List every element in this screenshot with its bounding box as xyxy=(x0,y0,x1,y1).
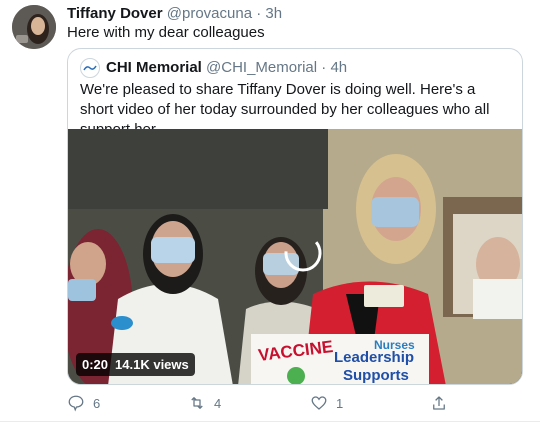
quoted-author-avatar xyxy=(80,58,100,78)
reply-count: 6 xyxy=(93,395,101,411)
quoted-author-name: CHI Memorial xyxy=(106,59,202,76)
author-avatar[interactable] xyxy=(12,5,56,49)
tweet-divider xyxy=(0,421,540,422)
tweet-text: Here with my dear colleagues xyxy=(67,24,265,41)
video-info-badge: 0:20 14.1K views xyxy=(76,353,195,376)
author-name[interactable]: Tiffany Dover xyxy=(67,5,163,22)
quoted-author-handle: @CHI_Memorial xyxy=(206,59,318,76)
quoted-timestamp: 4h xyxy=(330,59,348,76)
sign-vaccine-text: VACCINE xyxy=(257,337,334,365)
retweet-icon xyxy=(191,397,203,409)
video-duration: 0:20 xyxy=(82,357,109,372)
video-player[interactable]: VACCINE Nurses Leadership Supports 0:20 … xyxy=(68,129,522,384)
share-button[interactable] xyxy=(430,394,448,412)
tweet-timestamp[interactable]: 3h xyxy=(265,5,282,22)
sign-leadership-text: Leadership xyxy=(334,349,414,366)
separator-dot: · xyxy=(256,5,262,22)
quoted-separator-dot: · xyxy=(321,59,327,76)
quoted-tweet-header: CHI Memorial @CHI_Memorial · 4h xyxy=(80,58,347,78)
sign-supports-text: Supports xyxy=(343,367,409,384)
tweet-actions: 6 4 1 xyxy=(67,394,523,416)
tweet-card[interactable]: Tiffany Dover @provacuna · 3h Here with … xyxy=(0,0,540,424)
author-handle[interactable]: @provacuna xyxy=(167,5,252,22)
sign-text-layer: VACCINE Nurses Leadership Supports xyxy=(257,337,415,384)
like-icon xyxy=(311,396,327,410)
video-views: 14.1K views xyxy=(115,357,189,372)
retweet-count: 4 xyxy=(214,395,222,411)
share-icon xyxy=(433,396,445,410)
quoted-tweet[interactable]: CHI Memorial @CHI_Memorial · 4h We're pl… xyxy=(67,48,523,385)
like-button[interactable]: 1 xyxy=(310,394,343,412)
reply-icon xyxy=(68,395,84,412)
like-count: 1 xyxy=(336,395,344,411)
tweet-header: Tiffany Dover @provacuna · 3h xyxy=(67,4,282,24)
reply-button[interactable]: 6 xyxy=(67,394,100,412)
retweet-button[interactable]: 4 xyxy=(188,394,221,412)
